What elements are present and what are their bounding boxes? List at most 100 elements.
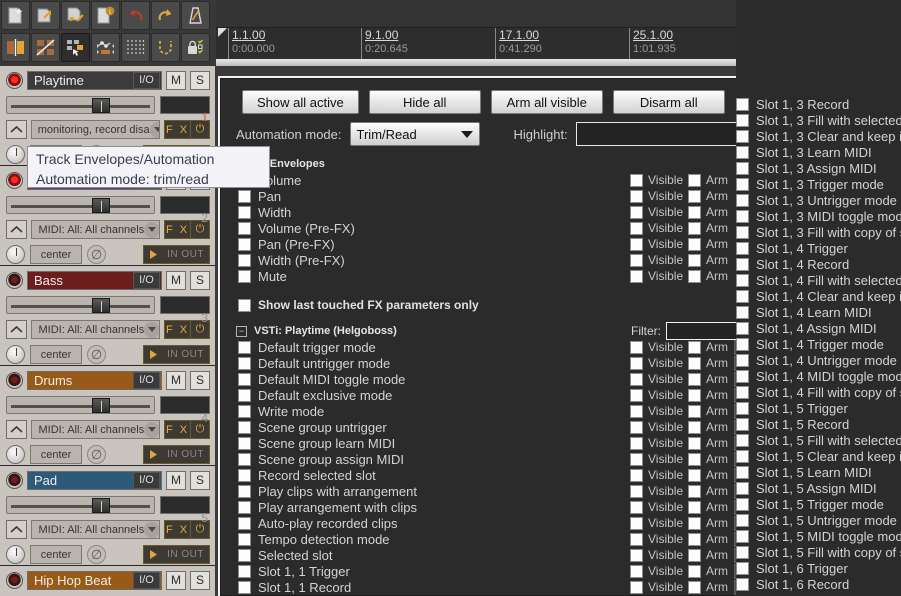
visible-column[interactable]: Visible <box>630 356 688 370</box>
right-param-checkbox[interactable] <box>736 145 749 159</box>
visible-checkbox[interactable] <box>630 221 643 235</box>
right-param-checkbox[interactable] <box>736 337 749 351</box>
arm-checkbox[interactable] <box>688 436 701 450</box>
right-param-checkbox[interactable] <box>736 481 749 495</box>
param-checkbox[interactable] <box>238 500 251 514</box>
right-param-checkbox[interactable] <box>736 353 749 367</box>
track-name-field[interactable]: Bass I/O <box>27 270 162 290</box>
arm-checkbox[interactable] <box>688 516 701 530</box>
visible-checkbox[interactable] <box>630 189 643 203</box>
right-param-row[interactable]: Slot 1, 4 Fill with selected <box>736 272 901 288</box>
pan-knob[interactable] <box>6 245 25 264</box>
arm-checkbox[interactable] <box>688 356 701 370</box>
right-param-checkbox[interactable] <box>736 545 749 559</box>
right-param-row[interactable]: Slot 1, 3 Record <box>736 96 901 112</box>
param-checkbox[interactable] <box>238 484 251 498</box>
right-param-checkbox[interactable] <box>736 433 749 447</box>
visible-checkbox[interactable] <box>630 548 643 562</box>
visible-checkbox[interactable] <box>630 388 643 402</box>
param-checkbox[interactable] <box>238 468 251 482</box>
envelope-button[interactable] <box>6 220 28 239</box>
right-param-checkbox[interactable] <box>736 225 749 239</box>
visible-checkbox[interactable] <box>630 372 643 386</box>
record-arm-icon[interactable] <box>6 571 23 589</box>
disarm-all-button[interactable]: Disarm all <box>612 90 725 114</box>
input-select[interactable]: MIDI: All: All channels <box>31 320 160 339</box>
last-touched-checkbox[interactable] <box>238 298 251 312</box>
pan-value[interactable]: center <box>30 445 82 464</box>
track-name-field[interactable]: Playtime I/O <box>27 70 162 90</box>
arm-checkbox[interactable] <box>688 404 701 418</box>
right-param-checkbox[interactable] <box>736 385 749 399</box>
visible-checkbox[interactable] <box>630 404 643 418</box>
right-param-checkbox[interactable] <box>736 113 749 127</box>
right-param-row[interactable]: Slot 1, 6 Record <box>736 576 901 592</box>
visible-column[interactable]: Visible <box>630 468 688 482</box>
right-param-row[interactable]: Slot 1, 4 Trigger <box>736 240 901 256</box>
param-checkbox[interactable] <box>238 452 251 466</box>
track-row[interactable]: Drums I/O M S MIDI: All: All channels F … <box>0 366 215 466</box>
arm-column[interactable]: Arm <box>688 484 734 498</box>
arm-column[interactable]: Arm <box>688 580 734 594</box>
track-name-field[interactable]: Pad I/O <box>27 470 162 490</box>
right-param-row[interactable]: Slot 1, 4 Clear and keep i <box>736 288 901 304</box>
phase-invert-icon[interactable]: ∅ <box>87 545 106 564</box>
right-param-checkbox[interactable] <box>736 401 749 415</box>
mute-button[interactable]: M <box>166 470 186 490</box>
arm-checkbox[interactable] <box>688 253 701 267</box>
item-split-icon[interactable] <box>1 33 30 62</box>
visible-checkbox[interactable] <box>630 340 643 354</box>
visible-column[interactable]: Visible <box>630 452 688 466</box>
arm-checkbox[interactable] <box>688 420 701 434</box>
param-checkbox[interactable] <box>238 516 251 530</box>
io-button[interactable]: I/O <box>133 371 160 389</box>
visible-column[interactable]: Visible <box>630 580 688 594</box>
arm-column[interactable]: Arm <box>688 452 734 466</box>
right-param-row[interactable]: Slot 1, 6 Trigger <box>736 560 901 576</box>
pan-knob[interactable] <box>6 445 25 464</box>
record-arm-icon[interactable] <box>6 371 23 389</box>
arm-checkbox[interactable] <box>688 237 701 251</box>
right-param-checkbox[interactable] <box>736 97 749 111</box>
envelope-point-icon[interactable] <box>91 33 120 62</box>
input-select[interactable]: monitoring, record disa <box>30 120 160 139</box>
mute-button[interactable]: M <box>166 370 186 390</box>
param-checkbox[interactable] <box>238 340 251 354</box>
visible-checkbox[interactable] <box>630 356 643 370</box>
arm-column[interactable]: Arm <box>688 340 734 354</box>
arm-column[interactable]: Arm <box>688 388 734 402</box>
record-arm-icon[interactable] <box>6 171 23 189</box>
arm-checkbox[interactable] <box>688 372 701 386</box>
right-param-checkbox[interactable] <box>736 497 749 511</box>
right-param-checkbox[interactable] <box>736 209 749 223</box>
arm-checkbox[interactable] <box>688 452 701 466</box>
right-param-row[interactable]: Slot 1, 5 MIDI toggle mod <box>736 528 901 544</box>
param-checkbox[interactable] <box>238 564 251 578</box>
pan-knob[interactable] <box>6 145 25 164</box>
visible-checkbox[interactable] <box>630 205 643 219</box>
arm-column[interactable]: Arm <box>688 532 734 546</box>
right-param-checkbox[interactable] <box>736 161 749 175</box>
arm-checkbox[interactable] <box>688 532 701 546</box>
record-arm-icon[interactable] <box>6 471 23 489</box>
redo-icon[interactable] <box>151 1 180 30</box>
visible-column[interactable]: Visible <box>630 269 688 283</box>
arm-checkbox[interactable] <box>688 484 701 498</box>
right-param-checkbox[interactable] <box>736 529 749 543</box>
envelope-checkbox[interactable] <box>238 253 251 267</box>
io-button[interactable]: I/O <box>133 471 160 489</box>
arm-checkbox[interactable] <box>688 189 701 203</box>
visible-column[interactable]: Visible <box>630 500 688 514</box>
visible-column[interactable]: Visible <box>630 237 688 251</box>
right-param-row[interactable]: Slot 1, 5 Clear and keep i <box>736 448 901 464</box>
right-param-row[interactable]: Slot 1, 4 Untrigger mode <box>736 352 901 368</box>
visible-column[interactable]: Visible <box>630 221 688 235</box>
envelope-checkbox[interactable] <box>238 221 251 235</box>
visible-checkbox[interactable] <box>630 420 643 434</box>
right-param-checkbox[interactable] <box>736 369 749 383</box>
volume-fader[interactable] <box>6 496 155 514</box>
arm-column[interactable]: Arm <box>688 356 734 370</box>
visible-column[interactable]: Visible <box>630 484 688 498</box>
visible-checkbox[interactable] <box>630 484 643 498</box>
arm-checkbox[interactable] <box>688 548 701 562</box>
